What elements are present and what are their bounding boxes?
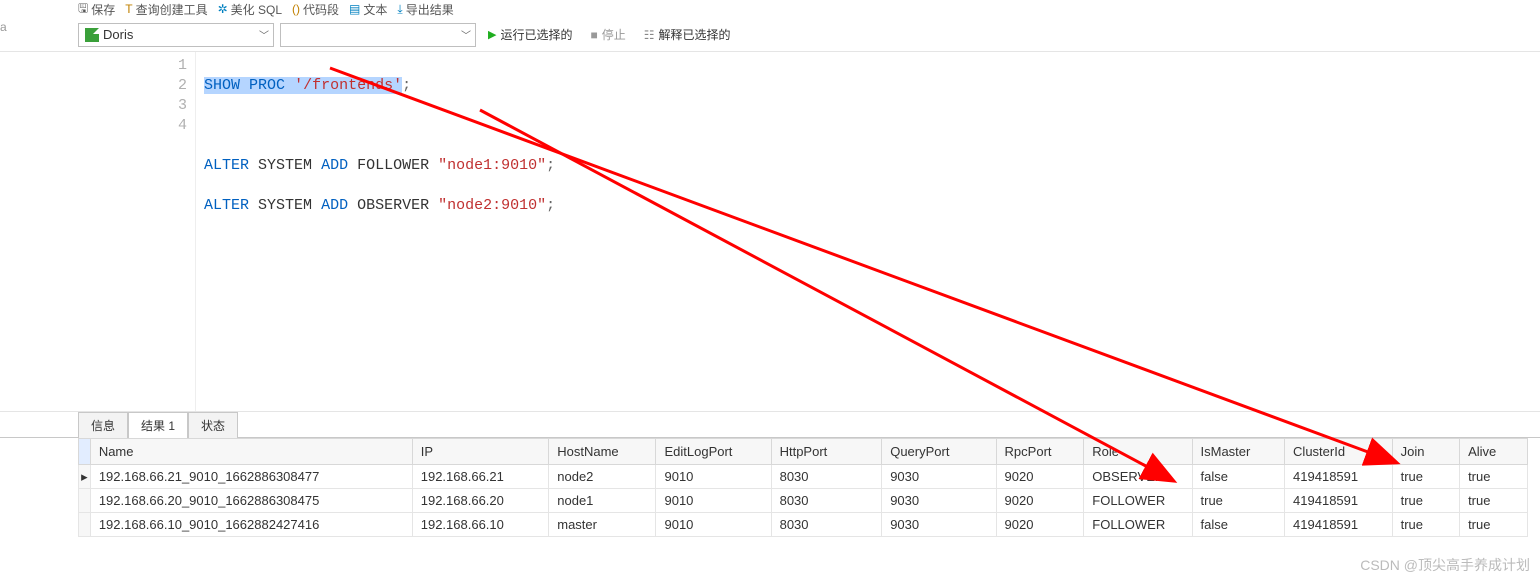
row-indicator-header [79,439,91,465]
table-header-row: Name IP HostName EditLogPort HttpPort Qu… [79,439,1528,465]
col-alive[interactable]: Alive [1460,439,1528,465]
cell-httpport[interactable]: 8030 [771,465,882,489]
watermark: CSDN @顶尖高手养成计划 [1360,555,1530,575]
col-join[interactable]: Join [1392,439,1459,465]
save-icon: 🖫 [78,0,88,18]
chevron-down-icon: ﹀ [259,27,269,42]
tab-info[interactable]: 信息 [78,412,128,438]
col-queryport[interactable]: QueryPort [882,439,996,465]
truncated-sidebar-text: a [0,20,7,34]
table-row[interactable]: ▸192.168.66.21_9010_1662886308477192.168… [79,465,1528,489]
beautify-sql-button[interactable]: ✲美化 SQL [218,1,282,18]
cell-alive[interactable]: true [1460,513,1528,537]
export-icon: ⤓ [397,2,402,17]
doc-icon: ▤ [349,2,360,16]
cell-httpport[interactable]: 8030 [771,513,882,537]
export-button[interactable]: ⤓导出结果 [397,1,453,18]
braces-icon: () [292,2,300,16]
database-combo[interactable]: Doris ﹀ [78,23,274,47]
cell-join[interactable]: true [1392,489,1459,513]
explain-icon: ☷ [644,28,655,42]
cell-editlogport[interactable]: 9010 [656,513,771,537]
table-row[interactable]: 192.168.66.10_9010_1662882427416192.168.… [79,513,1528,537]
cell-role[interactable]: FOLLOWER [1084,513,1192,537]
table-row[interactable]: 192.168.66.20_9010_1662886308475192.168.… [79,489,1528,513]
col-rpcport[interactable]: RpcPort [996,439,1084,465]
tab-status[interactable]: 状态 [188,412,238,438]
stop-icon: ■ [590,28,597,42]
col-role[interactable]: Role [1084,439,1192,465]
cell-ismaster[interactable]: false [1192,465,1285,489]
col-clusterid[interactable]: ClusterId [1285,439,1393,465]
col-hostname[interactable]: HostName [549,439,656,465]
play-icon: ▶ [488,28,496,41]
col-name[interactable]: Name [90,439,412,465]
query-builder-button[interactable]: T查询创建工具 [125,1,207,18]
cell-alive[interactable]: true [1460,489,1528,513]
cell-name[interactable]: 192.168.66.20_9010_1662886308475 [90,489,412,513]
cell-hostname[interactable]: node2 [549,465,656,489]
row-indicator: ▸ [79,465,91,489]
cell-join[interactable]: true [1392,465,1459,489]
database-value: Doris [103,27,133,42]
cell-alive[interactable]: true [1460,465,1528,489]
save-button[interactable]: 🖫保存 [78,0,115,18]
cell-rpcport[interactable]: 9020 [996,489,1084,513]
cell-ip[interactable]: 192.168.66.21 [412,465,549,489]
explain-selected-button[interactable]: ☷ 解释已选择的 [638,26,737,43]
cell-ismaster[interactable]: true [1192,489,1285,513]
cell-ismaster[interactable]: false [1192,513,1285,537]
cell-role[interactable]: OBSERVER [1084,465,1192,489]
cell-name[interactable]: 192.168.66.21_9010_1662886308477 [90,465,412,489]
snippet-button[interactable]: ()代码段 [292,1,339,18]
col-ismaster[interactable]: IsMaster [1192,439,1285,465]
schema-combo[interactable]: ﹀ [280,23,476,47]
cell-clusterid[interactable]: 419418591 [1285,489,1393,513]
cell-hostname[interactable]: master [549,513,656,537]
cell-ip[interactable]: 192.168.66.10 [412,513,549,537]
row-indicator [79,513,91,537]
cell-queryport[interactable]: 9030 [882,513,996,537]
cell-role[interactable]: FOLLOWER [1084,489,1192,513]
db-icon [85,28,99,42]
cell-editlogport[interactable]: 9010 [656,465,771,489]
cell-queryport[interactable]: 9030 [882,465,996,489]
tab-result-1[interactable]: 结果 1 [128,412,188,438]
col-editlogport[interactable]: EditLogPort [656,439,771,465]
top-toolbar: 🖫保存 T查询创建工具 ✲美化 SQL ()代码段 ▤文本 ⤓导出结果 [0,0,1540,18]
sql-editor[interactable]: 1 2 3 4 SHOW PROC '/frontends'; ALTER SY… [0,52,1540,412]
results-table[interactable]: Name IP HostName EditLogPort HttpPort Qu… [78,438,1528,537]
run-selected-button[interactable]: ▶ 运行已选择的 [482,26,578,43]
cell-clusterid[interactable]: 419418591 [1285,465,1393,489]
code-area[interactable]: SHOW PROC '/frontends'; ALTER SYSTEM ADD… [196,52,1540,411]
cell-httpport[interactable]: 8030 [771,489,882,513]
col-ip[interactable]: IP [412,439,549,465]
selection-toolbar: Doris ﹀ ﹀ ▶ 运行已选择的 ■ 停止 ☷ 解释已选择的 [0,18,1540,52]
cell-rpcport[interactable]: 9020 [996,513,1084,537]
cell-name[interactable]: 192.168.66.10_9010_1662882427416 [90,513,412,537]
cell-ip[interactable]: 192.168.66.20 [412,489,549,513]
cell-join[interactable]: true [1392,513,1459,537]
chevron-down-icon: ﹀ [461,27,471,42]
cell-editlogport[interactable]: 9010 [656,489,771,513]
line-gutter: 1 2 3 4 [78,52,196,411]
stop-button[interactable]: ■ 停止 [584,26,631,43]
cell-clusterid[interactable]: 419418591 [1285,513,1393,537]
cell-queryport[interactable]: 9030 [882,489,996,513]
cell-hostname[interactable]: node1 [549,489,656,513]
text-button[interactable]: ▤文本 [349,1,387,18]
cell-rpcport[interactable]: 9020 [996,465,1084,489]
row-indicator [79,489,91,513]
result-tabs: 信息 结果 1 状态 [0,412,1540,438]
tool-icon: T [125,2,132,16]
col-httpport[interactable]: HttpPort [771,439,882,465]
sparkle-icon: ✲ [218,2,228,16]
